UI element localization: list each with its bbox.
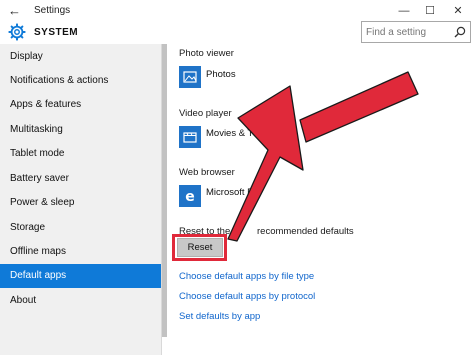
- sidebar-item-battery-saver[interactable]: Battery saver: [0, 167, 161, 191]
- maximize-button[interactable]: ☐: [420, 2, 440, 20]
- sidebar-item-about[interactable]: About: [0, 289, 161, 313]
- sidebar-item-default-apps[interactable]: Default apps: [0, 264, 161, 288]
- search-icon[interactable]: [454, 26, 466, 38]
- web-browser-label: Web browser: [179, 167, 235, 178]
- default-apps-panel: Photo viewer Photos Video player Movies …: [168, 44, 474, 355]
- search-input[interactable]: [366, 24, 446, 40]
- sidebar-item-display[interactable]: Display: [0, 45, 161, 69]
- title-bar: ← Settings — ☐ ✕: [0, 0, 474, 22]
- svg-text:e: e: [185, 189, 195, 205]
- page-title: SYSTEM: [34, 27, 79, 38]
- sidebar-item-offline-maps[interactable]: Offline maps: [0, 240, 161, 264]
- window-title: Settings: [34, 5, 71, 16]
- close-button[interactable]: ✕: [448, 2, 468, 20]
- photos-app-name[interactable]: Photos: [206, 69, 236, 80]
- photo-viewer-label: Photo viewer: [179, 48, 234, 59]
- link-set-defaults[interactable]: Set defaults by app: [179, 311, 260, 322]
- sidebar-item-tablet-mode[interactable]: Tablet mode: [0, 142, 161, 166]
- video-player-label: Video player: [179, 108, 232, 119]
- sidebar-item-apps-features[interactable]: Apps & features: [0, 93, 161, 117]
- movies-tv-app-name[interactable]: Movies & TV: [206, 128, 260, 139]
- movies-tv-icon[interactable]: [179, 126, 201, 148]
- reset-button[interactable]: Reset: [177, 238, 223, 257]
- sidebar-item-power-sleep[interactable]: Power & sleep: [0, 191, 161, 215]
- reset-label-right: recommended defaults: [257, 226, 354, 237]
- photos-icon[interactable]: [179, 66, 201, 88]
- link-by-file-type[interactable]: Choose default apps by file type: [179, 271, 314, 282]
- link-by-protocol[interactable]: Choose default apps by protocol: [179, 291, 315, 302]
- sidebar-item-storage[interactable]: Storage: [0, 216, 161, 240]
- sidebar-item-notifications[interactable]: Notifications & actions: [0, 69, 161, 93]
- scrollbar-thumb[interactable]: [162, 44, 167, 337]
- edge-app-name[interactable]: Microsoft E: [206, 187, 254, 198]
- gear-icon: [8, 23, 26, 41]
- minimize-button[interactable]: —: [394, 2, 414, 20]
- edge-icon[interactable]: e: [179, 185, 201, 207]
- sidebar-item-multitasking[interactable]: Multitasking: [0, 118, 161, 142]
- sidebar: Display Notifications & actions Apps & f…: [0, 44, 161, 355]
- search-box[interactable]: [361, 21, 471, 43]
- back-button[interactable]: ←: [8, 3, 24, 19]
